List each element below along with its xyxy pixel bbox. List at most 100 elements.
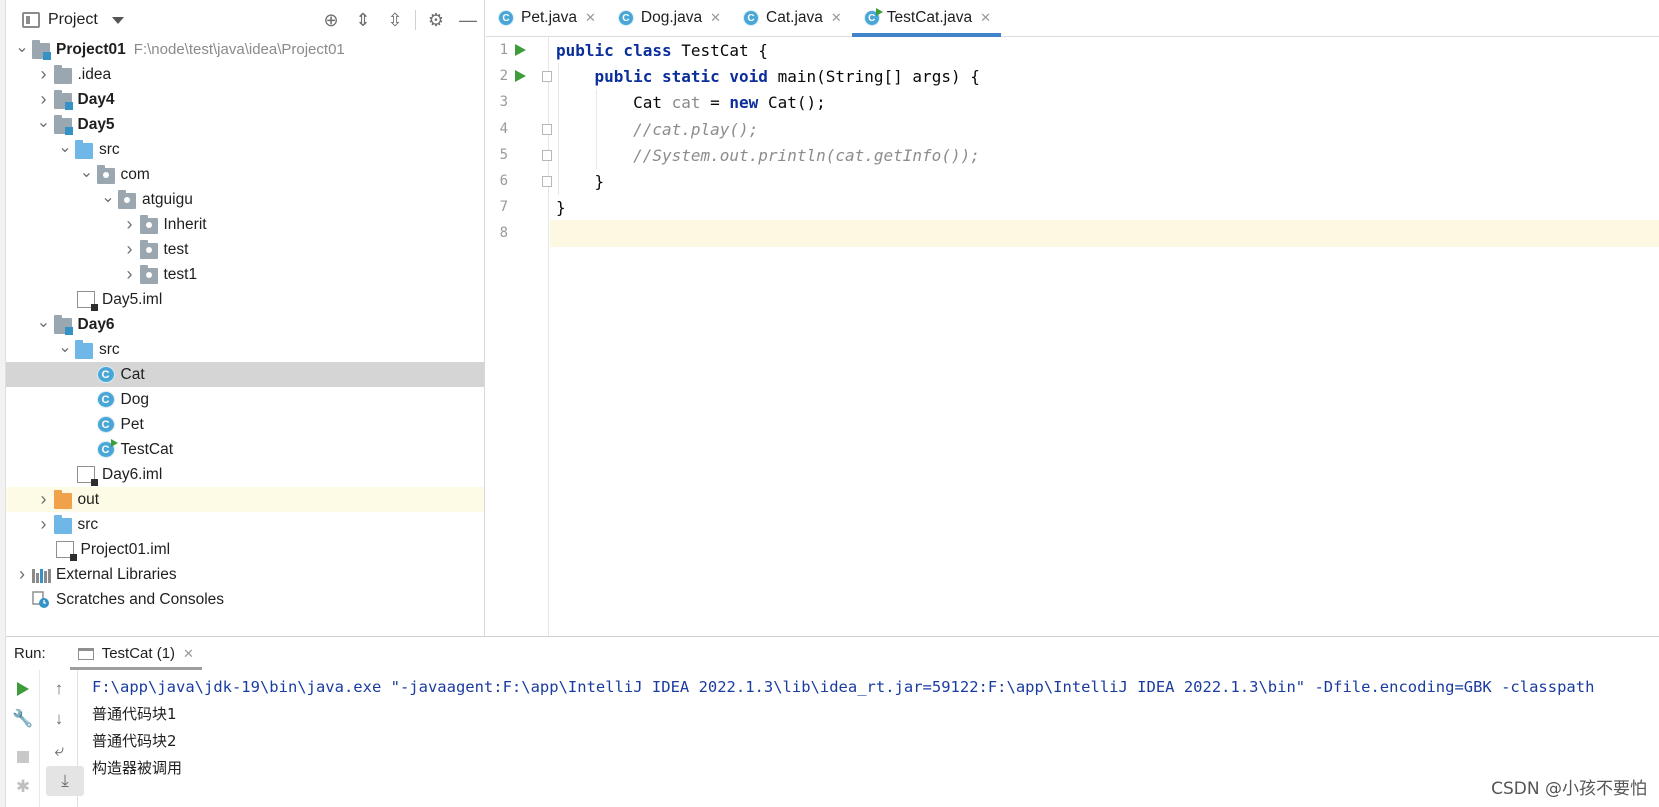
tree-node-label: Dog bbox=[120, 390, 149, 408]
tree-node[interactable]: ⌄ Day6 bbox=[6, 312, 484, 337]
rerun-icon[interactable] bbox=[6, 674, 40, 704]
editor-tab[interactable]: C Dog.java ✕ bbox=[606, 0, 731, 36]
chevron-down-icon[interactable]: ⌄ bbox=[77, 159, 97, 184]
runnable-class-icon: C bbox=[863, 8, 883, 26]
soft-wrap-icon[interactable]: ⤶ bbox=[40, 736, 78, 766]
tree-node-label: test1 bbox=[163, 265, 198, 283]
code-line[interactable] bbox=[550, 220, 1659, 248]
tree-node-label: Day6 bbox=[77, 315, 115, 333]
tree-node[interactable]: ›Scratches and Consoles bbox=[6, 587, 484, 612]
chevron-down-icon[interactable]: ⌄ bbox=[98, 184, 118, 209]
chevron-right-icon[interactable]: › bbox=[34, 512, 54, 537]
close-icon[interactable]: ✕ bbox=[980, 10, 991, 26]
chevron-right-icon[interactable]: › bbox=[12, 562, 32, 587]
tree-node-label: src bbox=[99, 140, 120, 158]
tree-node[interactable]: ›Day5.iml bbox=[6, 287, 484, 312]
tree-node[interactable]: ⌄ com bbox=[6, 162, 484, 187]
chevron-down-icon[interactable]: ⌄ bbox=[34, 309, 54, 334]
tree-node[interactable]: › test1 bbox=[6, 262, 484, 287]
tree-node[interactable]: ⌄ Project01 F:\node\test\java\idea\Project… bbox=[6, 37, 484, 62]
tree-node[interactable]: ›CCat bbox=[6, 362, 484, 387]
arrow-up-icon[interactable]: ↑ bbox=[40, 674, 78, 704]
debug-bug-icon[interactable]: ✱ bbox=[6, 772, 40, 802]
tree-node[interactable]: ›CTestCat bbox=[6, 437, 484, 462]
chevron-right-icon[interactable]: › bbox=[120, 262, 140, 287]
gutter-line: 4 bbox=[486, 116, 552, 143]
tree-node[interactable]: › External Libraries bbox=[6, 562, 484, 587]
tree-node[interactable]: › .idea bbox=[6, 62, 484, 87]
collapse-all-icon[interactable]: ⇳ bbox=[379, 4, 411, 36]
run-tool-window: Run: TestCat (1) ✕ 🔧 ✱ ↑ ↓ ⤶ ⤓ F:\app\ja… bbox=[6, 636, 1659, 807]
run-gutter-icon[interactable] bbox=[515, 44, 526, 56]
tree-node[interactable]: ⌄ Day5 bbox=[6, 112, 484, 137]
chevron-right-icon[interactable]: › bbox=[120, 212, 140, 237]
stop-icon[interactable] bbox=[6, 742, 40, 772]
code-line[interactable]: } bbox=[550, 194, 1659, 221]
tree-node[interactable]: ›Day6.iml bbox=[6, 462, 484, 487]
java-class-icon: C bbox=[96, 416, 115, 433]
indent-guide bbox=[596, 115, 597, 143]
code-line[interactable]: //cat.play(); bbox=[550, 115, 1659, 143]
indent-guide bbox=[596, 141, 597, 169]
tree-node[interactable]: ›CDog bbox=[6, 387, 484, 412]
tree-node[interactable]: › Inherit bbox=[6, 212, 484, 237]
code-area[interactable]: public class TestCat { public static voi… bbox=[550, 37, 1659, 636]
editor-tab[interactable]: C Pet.java ✕ bbox=[486, 0, 606, 36]
chevron-down-icon[interactable] bbox=[111, 16, 124, 24]
chevron-right-icon[interactable]: › bbox=[34, 487, 54, 512]
gutter-line: 3 bbox=[486, 89, 549, 116]
code-token: new bbox=[729, 93, 768, 113]
scratches-icon bbox=[32, 590, 50, 609]
tree-node[interactable]: › test bbox=[6, 237, 484, 262]
chevron-right-icon[interactable]: › bbox=[34, 62, 54, 87]
chevron-down-icon[interactable]: ⌄ bbox=[12, 34, 32, 59]
code-line[interactable]: public static void main(String[] args) { bbox=[550, 63, 1659, 91]
tree-node[interactable]: ›Project01.iml bbox=[6, 537, 484, 562]
line-number: 2 bbox=[499, 68, 508, 85]
chevron-down-icon[interactable]: ⌄ bbox=[55, 334, 75, 359]
expand-all-icon[interactable]: ⇕ bbox=[347, 4, 379, 36]
run-panel-title: Run: bbox=[14, 645, 46, 662]
tree-node[interactable]: › Day4 bbox=[6, 87, 484, 112]
tree-node[interactable]: › out bbox=[6, 487, 484, 512]
close-icon[interactable]: ✕ bbox=[831, 10, 842, 26]
close-icon[interactable]: ✕ bbox=[710, 10, 721, 26]
tree-node-label: Pet bbox=[120, 415, 144, 433]
code-line[interactable]: Cat cat = new Cat(); bbox=[550, 89, 1659, 117]
gutter-line: 6 bbox=[486, 168, 552, 195]
module-folder-icon bbox=[53, 89, 73, 110]
arrow-down-icon[interactable]: ↓ bbox=[40, 704, 78, 734]
tree-node[interactable]: › src bbox=[6, 512, 484, 537]
tree-node-label: Scratches and Consoles bbox=[56, 590, 225, 608]
package-icon bbox=[96, 164, 115, 184]
gear-icon[interactable]: ⚙ bbox=[420, 4, 452, 36]
gutter-line: 8 bbox=[486, 220, 549, 247]
run-config-tab[interactable]: TestCat (1) ✕ bbox=[69, 637, 203, 670]
hide-panel-icon[interactable]: — bbox=[452, 4, 484, 36]
tree-node[interactable]: ›CPet bbox=[6, 412, 484, 437]
scroll-to-end-icon[interactable]: ⤓ bbox=[46, 766, 84, 796]
tree-node[interactable]: ⌄ src bbox=[6, 337, 484, 362]
chevron-right-icon[interactable]: › bbox=[120, 237, 140, 262]
project-path: F:\node\test\java\idea\Project01 bbox=[133, 41, 345, 58]
editor-tab[interactable]: C Cat.java ✕ bbox=[731, 0, 852, 36]
close-icon[interactable]: ✕ bbox=[183, 646, 194, 662]
editor-tab-bar: C Pet.java ✕ C Dog.java ✕ C Cat.java ✕ C TestCat.j… bbox=[486, 0, 1659, 37]
console-output[interactable]: F:\app\java\jdk-19\bin\java.exe "-javaag… bbox=[92, 670, 1659, 807]
editor-tab[interactable]: C TestCat.java ✕ bbox=[851, 0, 1002, 37]
code-token: TestCat { bbox=[681, 41, 768, 60]
run-gutter-icon[interactable] bbox=[515, 70, 526, 83]
locate-file-icon[interactable]: ⊕ bbox=[315, 4, 347, 36]
code-line[interactable]: } bbox=[550, 168, 1659, 195]
chevron-down-icon[interactable]: ⌄ bbox=[34, 109, 54, 134]
chevron-down-icon[interactable]: ⌄ bbox=[55, 134, 75, 159]
close-icon[interactable]: ✕ bbox=[585, 10, 596, 26]
tree-node-label: test bbox=[163, 240, 189, 258]
wrench-icon[interactable]: 🔧 bbox=[6, 704, 40, 734]
indent-guide bbox=[558, 141, 559, 169]
tree-node[interactable]: ⌄ atguigu bbox=[6, 187, 484, 212]
project-view-selector[interactable]: Project bbox=[48, 11, 98, 29]
package-icon bbox=[118, 189, 136, 209]
code-line[interactable]: public class TestCat { bbox=[550, 37, 1659, 64]
code-line[interactable]: //System.out.println(cat.getInfo()); bbox=[550, 141, 1659, 169]
